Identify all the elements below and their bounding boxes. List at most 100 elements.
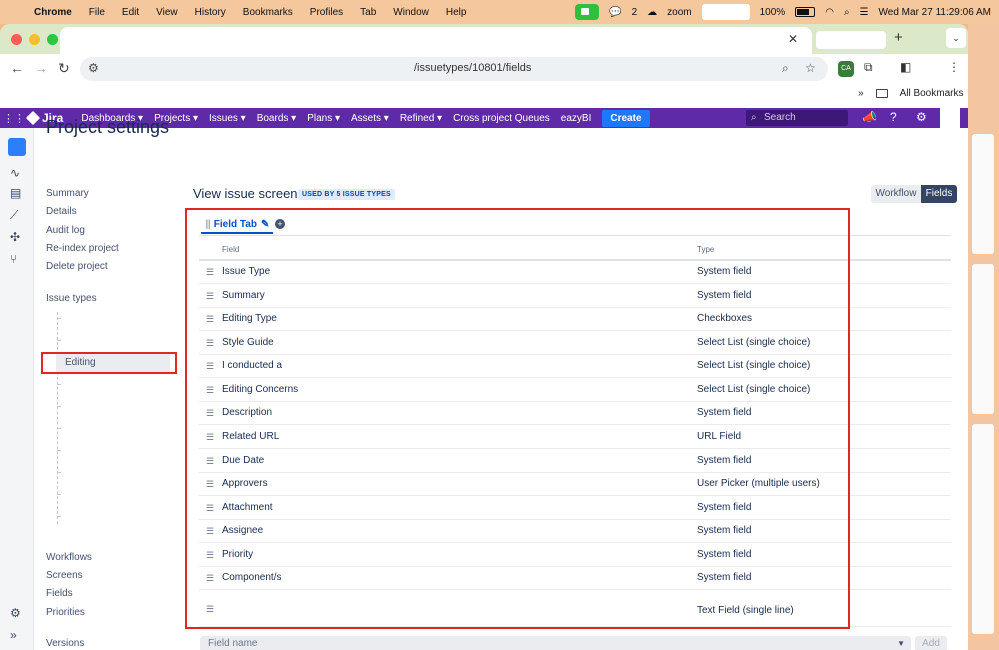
chevron-down-icon: ▼ bbox=[897, 639, 905, 648]
close-icon[interactable]: ✕ bbox=[788, 32, 798, 46]
back-icon[interactable]: ← bbox=[10, 60, 24, 76]
project-avatar-icon[interactable] bbox=[8, 138, 26, 156]
create-button[interactable]: Create bbox=[602, 109, 650, 127]
nav-boards[interactable]: Boards ▾ bbox=[257, 113, 296, 124]
facetime-icon[interactable] bbox=[575, 4, 600, 20]
nav-refined[interactable]: Refined ▾ bbox=[400, 113, 442, 124]
redacted-status-item bbox=[701, 4, 750, 20]
reports-icon[interactable]: ⟋ bbox=[10, 208, 18, 223]
background-window[interactable] bbox=[972, 264, 994, 414]
expand-icon[interactable]: » bbox=[10, 628, 17, 642]
datetime[interactable]: Wed Mar 27 11:29:06 AM bbox=[879, 7, 991, 18]
tree-tick bbox=[57, 472, 61, 473]
sidepanel-icon[interactable]: ◧ bbox=[900, 60, 911, 74]
activity-icon[interactable]: ∿ bbox=[10, 166, 20, 180]
components-icon[interactable]: ✣ bbox=[10, 230, 20, 244]
menu-profiles[interactable]: Profiles bbox=[310, 7, 343, 18]
tree-tick bbox=[57, 494, 61, 495]
background-window[interactable] bbox=[972, 134, 994, 254]
nav-cross-project-queues[interactable]: Cross project Queues bbox=[453, 113, 550, 124]
browser-tab-active[interactable] bbox=[60, 27, 812, 54]
all-bookmarks[interactable]: All Bookmarks bbox=[900, 88, 964, 99]
fields-toggle-button[interactable]: Fields bbox=[921, 185, 957, 203]
forward-icon[interactable]: → bbox=[34, 60, 48, 76]
new-tab-icon[interactable]: + bbox=[894, 29, 903, 46]
nav-issues[interactable]: Issues ▾ bbox=[209, 113, 246, 124]
cloud-icon[interactable]: ☁ bbox=[647, 7, 657, 18]
sidebar-item-delete-project[interactable]: Delete project bbox=[46, 261, 108, 272]
macos-menu-bar: Chrome File Edit View History Bookmarks … bbox=[0, 0, 999, 24]
browser-tab[interactable] bbox=[816, 31, 886, 49]
menu-file[interactable]: File bbox=[89, 7, 105, 18]
megaphone-icon[interactable]: 📣 bbox=[862, 110, 877, 124]
code-icon[interactable]: ⑂ bbox=[10, 252, 17, 266]
address-bar[interactable]: ⚙ /issuetypes/10801/fields ⌕ ☆ bbox=[80, 57, 828, 81]
board-icon[interactable]: ▤ bbox=[10, 186, 21, 200]
control-center-icon[interactable]: ☰ bbox=[860, 7, 869, 18]
gear-icon[interactable]: ⚙ bbox=[916, 110, 927, 124]
star-icon[interactable]: ☆ bbox=[805, 61, 816, 75]
used-by-badge[interactable]: USED BY 5 ISSUE TYPES bbox=[298, 189, 395, 200]
highlight-box-sidebar bbox=[41, 352, 177, 374]
close-window-button[interactable] bbox=[11, 34, 22, 45]
chevron-down-icon[interactable]: ⌄ bbox=[946, 28, 966, 48]
tree-tick bbox=[57, 340, 61, 341]
maximize-window-button[interactable] bbox=[47, 34, 58, 45]
extension-badge[interactable]: CA bbox=[838, 61, 854, 77]
menu-edit[interactable]: Edit bbox=[122, 7, 139, 18]
url-text[interactable]: /issuetypes/10801/fields bbox=[414, 62, 531, 74]
wechat-icon[interactable]: 💬 bbox=[609, 7, 621, 18]
menu-bookmarks[interactable]: Bookmarks bbox=[243, 7, 293, 18]
minimize-window-button[interactable] bbox=[29, 34, 40, 45]
menu-window[interactable]: Window bbox=[393, 7, 429, 18]
sidebar-item-details[interactable]: Details bbox=[46, 206, 77, 217]
zoom-label[interactable]: zoom bbox=[667, 7, 691, 18]
nav-assets[interactable]: Assets ▾ bbox=[351, 113, 389, 124]
zoom-icon[interactable]: ⌕ bbox=[782, 61, 789, 76]
field-name-select[interactable]: Field name ▼ bbox=[200, 636, 911, 650]
screen-title: View issue screen bbox=[193, 186, 298, 201]
menu-help[interactable]: Help bbox=[446, 7, 467, 18]
window-controls bbox=[11, 34, 58, 45]
reload-icon[interactable]: ↻ bbox=[58, 60, 70, 77]
avatar[interactable] bbox=[940, 108, 960, 128]
folder-icon bbox=[875, 89, 888, 98]
extensions-icon[interactable]: ⧉ bbox=[864, 60, 873, 75]
sidebar-item-summary[interactable]: Summary bbox=[46, 188, 89, 199]
issue-type-tree-line bbox=[57, 312, 58, 524]
sidebar-item-workflows[interactable]: Workflows bbox=[46, 552, 92, 563]
wifi-icon[interactable]: ◠ bbox=[825, 7, 834, 18]
add-field-bar: Field name ▼ Add bbox=[199, 636, 951, 650]
add-field-button[interactable]: Add bbox=[915, 636, 947, 650]
sidebar-item-versions[interactable]: Versions bbox=[46, 638, 84, 649]
battery-icon[interactable] bbox=[795, 7, 816, 17]
jira-mark-icon bbox=[25, 110, 41, 126]
sidebar-item-fields[interactable]: Fields bbox=[46, 588, 73, 599]
menu-app[interactable]: Chrome bbox=[34, 7, 72, 18]
sidebar-item-screens[interactable]: Screens bbox=[46, 570, 83, 581]
nav-eazybi[interactable]: eazyBI bbox=[561, 113, 592, 124]
search-input[interactable]: ⌕ Search bbox=[746, 110, 848, 126]
search-icon[interactable]: ⌕ bbox=[844, 7, 850, 18]
menu-history[interactable]: History bbox=[195, 7, 226, 18]
sidebar-item-audit-log[interactable]: Audit log bbox=[46, 225, 85, 236]
sidebar-item-reindex[interactable]: Re-index project bbox=[46, 243, 119, 254]
menu-tab[interactable]: Tab bbox=[360, 7, 376, 18]
workflow-toggle-button[interactable]: Workflow bbox=[871, 185, 921, 203]
settings-icon[interactable]: ⚙ bbox=[10, 606, 21, 620]
sidebar-item-issue-types[interactable]: Issue types bbox=[46, 293, 97, 304]
more-icon[interactable]: ⋮ bbox=[948, 60, 960, 74]
menu-view[interactable]: View bbox=[156, 7, 178, 18]
bookmarks-overflow-icon[interactable]: » bbox=[858, 88, 864, 99]
sidebar-item-priorities[interactable]: Priorities bbox=[46, 607, 85, 618]
bookmarks-bar: » All Bookmarks bbox=[0, 84, 968, 106]
site-info-icon[interactable]: ⚙ bbox=[88, 61, 99, 75]
tree-tick bbox=[57, 428, 61, 429]
app-switcher-icon[interactable]: ⋮⋮ bbox=[0, 112, 28, 125]
search-placeholder: Search bbox=[764, 112, 796, 123]
battery-percent: 100% bbox=[759, 6, 786, 18]
help-icon[interactable]: ? bbox=[890, 110, 897, 124]
background-window[interactable] bbox=[972, 424, 994, 634]
tree-tick bbox=[57, 516, 61, 517]
nav-plans[interactable]: Plans ▾ bbox=[307, 113, 340, 124]
